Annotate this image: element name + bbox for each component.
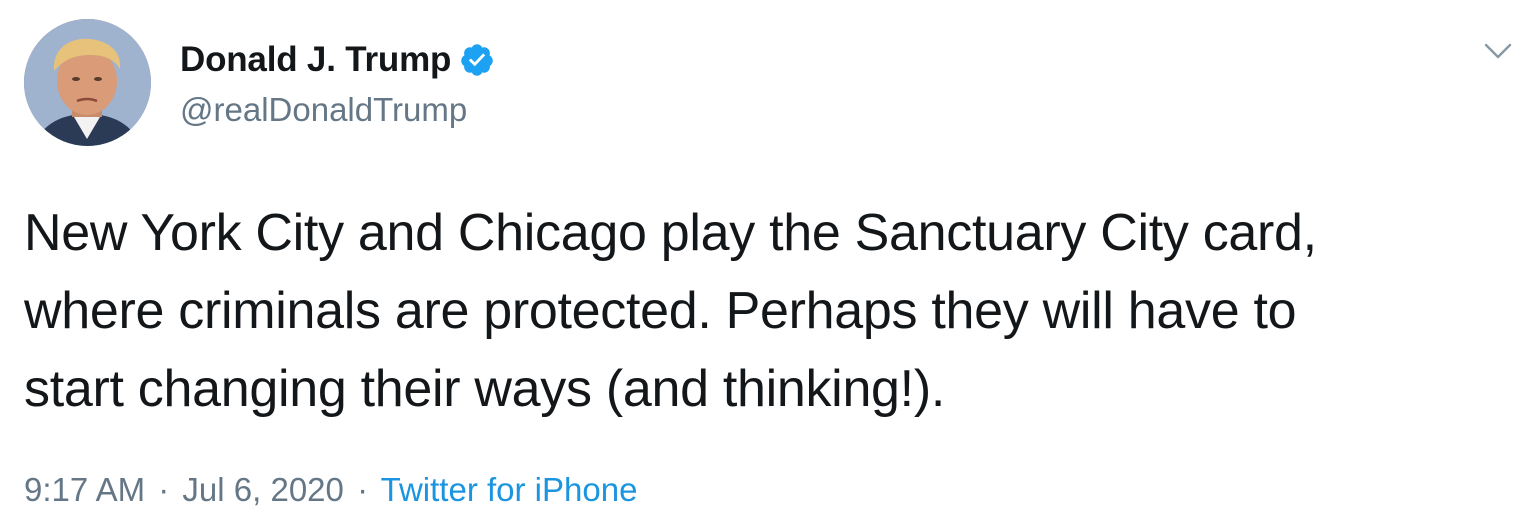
separator-dot: · <box>357 471 369 508</box>
author-name-row: Donald J. Trump <box>180 38 495 82</box>
tweet-metadata: 9:17 AM · Jul 6, 2020 · Twitter for iPho… <box>24 468 637 512</box>
author-avatar[interactable] <box>24 19 151 146</box>
author-display-name[interactable]: Donald J. Trump <box>180 38 451 82</box>
tweet-card: Donald J. Trump @realDonaldTrump New Yor… <box>0 0 1527 509</box>
tweet-time[interactable]: 9:17 AM <box>24 471 145 508</box>
chevron-down-icon[interactable] <box>1480 36 1516 66</box>
tweet-source-link[interactable]: Twitter for iPhone <box>381 471 638 508</box>
avatar-photo <box>24 19 151 146</box>
verified-badge-icon <box>459 42 495 78</box>
tweet-date[interactable]: Jul 6, 2020 <box>182 471 343 508</box>
author-handle[interactable]: @realDonaldTrump <box>180 88 467 132</box>
separator-dot: · <box>158 471 170 508</box>
tweet-text: New York City and Chicago play the Sanct… <box>24 204 1317 418</box>
